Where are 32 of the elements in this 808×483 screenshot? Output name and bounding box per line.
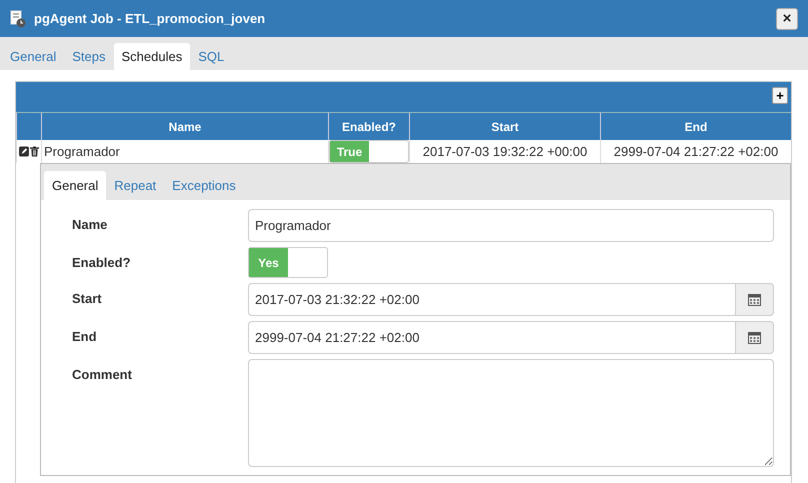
tab[interactable]: Schedules [114,43,190,70]
tab[interactable]: Repeat [106,171,164,200]
tab[interactable]: SQL [190,43,232,70]
add-button[interactable]: + [772,87,788,104]
comment-field[interactable] [248,359,774,467]
tab[interactable]: Steps [64,43,114,70]
edit-icon[interactable] [19,146,29,157]
delete-icon[interactable] [30,146,39,157]
calendar-button[interactable] [736,283,774,316]
column-header: End [600,113,791,140]
window-title: pgAgent Job - ETL_promocion_joven [34,10,266,28]
date-field[interactable]: 2017-07-03 21:32:22 +02:00 [248,283,736,316]
calendar-icon [748,293,761,306]
field-label: End [71,328,98,346]
column-header: Start [409,113,600,140]
field-label: Comment [71,366,133,384]
table-cell: Programador [41,140,328,163]
tab[interactable]: Exceptions [164,171,244,200]
table-cell: 2017-07-03 19:32:22 +00:00 [409,140,600,163]
calendar-icon [748,331,761,344]
job-icon [10,10,26,28]
field-label: Enabled? [71,254,132,272]
column-header: Name [41,113,328,140]
close-button[interactable]: × [776,8,798,30]
calendar-button[interactable] [736,321,774,354]
field-label: Start [71,290,103,308]
tab[interactable]: General [2,43,64,70]
date-field[interactable]: 2999-07-04 21:27:22 +02:00 [248,321,736,354]
text-field[interactable]: Programador [248,209,774,242]
table-cell: 2999-07-04 21:27:22 +02:00 [600,140,791,163]
field-label: Name [71,216,108,234]
tab[interactable]: General [44,171,106,200]
